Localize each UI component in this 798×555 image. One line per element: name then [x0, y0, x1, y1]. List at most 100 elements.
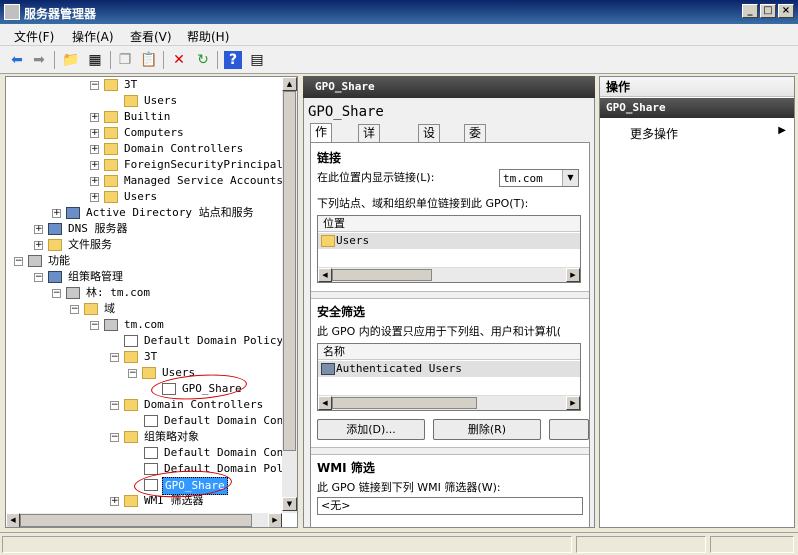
back-arrow-icon[interactable]: ⬅ [8, 51, 26, 69]
list-horizontal-scrollbar[interactable]: ◀ ▶ [318, 395, 580, 410]
linked-locations-label: 下列站点、域和组织单位链接到此 GPO(T): [317, 197, 529, 210]
menu-file[interactable]: 文件(F) [14, 28, 54, 45]
menu-help[interactable]: 帮助(H) [187, 28, 229, 45]
scrollbar-thumb[interactable] [283, 91, 296, 451]
security-filter-list[interactable]: 名称 Authenticated Users ◀ ▶ [317, 343, 581, 411]
folder-icon [104, 191, 118, 203]
gpo-link-icon [144, 415, 158, 427]
status-cell [2, 536, 572, 553]
navigation-tree: − 3T Users + Builtin + Computers + Domai… [5, 76, 298, 528]
location-label: 在此位置内显示链接(L): [317, 171, 435, 184]
expand-icon[interactable]: + [34, 225, 43, 234]
scroll-right-arrow[interactable]: ▶ [268, 513, 282, 527]
tree-horizontal-scrollbar[interactable]: ◀ ▶ [6, 513, 282, 527]
status-bar [0, 532, 798, 555]
collapse-icon[interactable]: − [90, 321, 99, 330]
gpo-container-icon [124, 431, 138, 443]
expand-icon[interactable]: + [90, 113, 99, 122]
list-horizontal-scrollbar[interactable]: ◀ ▶ [318, 267, 580, 282]
ou-icon [124, 351, 138, 363]
actions-heading: 操作 [600, 77, 794, 97]
collapse-icon[interactable]: − [110, 353, 119, 362]
collapse-icon[interactable]: − [110, 401, 119, 410]
file-services-icon [48, 239, 62, 251]
menu-bar: 文件(F) 操作(A) 查看(V) 帮助(H) [0, 24, 798, 46]
expand-icon[interactable]: + [90, 145, 99, 154]
collapse-icon[interactable]: − [128, 369, 137, 378]
title-bar: 服务器管理器 _ □ × [0, 0, 798, 24]
close-button[interactable]: × [778, 4, 794, 18]
scroll-left-arrow[interactable]: ◀ [6, 513, 20, 527]
ou-icon [104, 79, 118, 91]
expand-icon[interactable]: + [90, 193, 99, 202]
collapse-icon[interactable]: − [110, 433, 119, 442]
expand-icon[interactable]: + [110, 497, 119, 506]
scroll-right-arrow[interactable]: ▶ [566, 396, 580, 410]
up-folder-icon[interactable]: 📁 [62, 51, 80, 69]
paste-icon[interactable]: 📋 [140, 51, 158, 69]
forward-arrow-icon[interactable]: ➡ [30, 51, 48, 69]
delete-icon[interactable]: ✕ [170, 51, 188, 69]
gpo-icon [144, 463, 158, 475]
ou-icon [124, 399, 138, 411]
submenu-arrow-icon[interactable]: ▶ [778, 125, 786, 136]
collapse-icon[interactable]: − [14, 257, 23, 266]
collapse-icon[interactable]: − [90, 81, 99, 90]
collapse-icon[interactable]: − [34, 273, 43, 282]
tab-scope[interactable]: 作用域 [310, 123, 333, 171]
users-group-icon [321, 363, 335, 375]
forest-icon [66, 287, 80, 299]
menu-action[interactable]: 操作(A) [72, 28, 114, 45]
wmi-filter-value[interactable]: <无> [317, 497, 583, 515]
expand-icon[interactable]: + [52, 209, 61, 218]
maximize-button[interactable]: □ [760, 4, 776, 18]
scrollbar-thumb[interactable] [332, 269, 432, 281]
scrollbar-thumb[interactable] [332, 397, 477, 409]
help-icon[interactable]: ? [224, 51, 242, 69]
expand-icon[interactable]: + [90, 177, 99, 186]
name-column-header[interactable]: 名称 [318, 344, 580, 360]
expand-icon[interactable]: + [34, 241, 43, 250]
linked-locations-list[interactable]: 位置 Users ◀ ▶ [317, 215, 581, 283]
location-column-header[interactable]: 位置 [318, 216, 580, 232]
tab-settings[interactable]: 设置 [418, 124, 441, 156]
collapse-icon[interactable]: − [70, 305, 79, 314]
scroll-up-arrow[interactable]: ▲ [282, 77, 297, 91]
tab-delegation[interactable]: 委派 [464, 124, 487, 156]
toolbar: ⬅ ➡ 📁 ▦ ❐ 📋 ✕ ↻ ? ▤ [0, 46, 798, 74]
properties-pane-icon[interactable]: ▤ [248, 51, 266, 69]
minimize-button[interactable]: _ [742, 4, 758, 18]
add-button[interactable]: 添加(D)... [317, 419, 425, 440]
ou-icon [321, 235, 335, 247]
folder-icon [104, 159, 118, 171]
more-actions-item[interactable]: 更多操作 [630, 125, 678, 142]
expand-icon[interactable]: + [90, 161, 99, 170]
scroll-left-arrow[interactable]: ◀ [318, 268, 332, 282]
scroll-left-arrow[interactable]: ◀ [318, 396, 332, 410]
scrollbar-thumb[interactable] [20, 514, 252, 527]
show-hide-tree-icon[interactable]: ▦ [86, 51, 104, 69]
gpo-icon [144, 447, 158, 459]
ou-icon [124, 95, 138, 107]
list-item[interactable]: Users [318, 233, 580, 249]
ou-icon [142, 367, 156, 379]
gpo-link-icon [124, 335, 138, 347]
menu-view[interactable]: 查看(V) [130, 28, 172, 45]
tree-vertical-scrollbar[interactable]: ▲ ▼ [282, 77, 297, 513]
location-dropdown[interactable]: tm.com ▼ [499, 169, 579, 187]
actions-subheading[interactable]: GPO_Share [600, 98, 794, 118]
list-item[interactable]: Authenticated Users [318, 361, 580, 377]
wmi-filter-label: 此 GPO 链接到下列 WMI 筛选器(W): [317, 481, 501, 494]
collapse-icon[interactable]: − [52, 289, 61, 298]
expand-icon[interactable]: + [90, 129, 99, 138]
properties-button[interactable] [549, 419, 589, 440]
tab-details[interactable]: 详细信息 [358, 124, 381, 188]
scroll-down-arrow[interactable]: ▼ [282, 497, 297, 511]
scroll-right-arrow[interactable]: ▶ [566, 268, 580, 282]
folder-icon [104, 175, 118, 187]
chevron-down-icon[interactable]: ▼ [562, 170, 578, 186]
refresh-icon[interactable]: ↻ [194, 51, 212, 69]
copy-icon[interactable]: ❐ [116, 51, 134, 69]
remove-button[interactable]: 删除(R) [433, 419, 541, 440]
section-divider [311, 291, 589, 299]
